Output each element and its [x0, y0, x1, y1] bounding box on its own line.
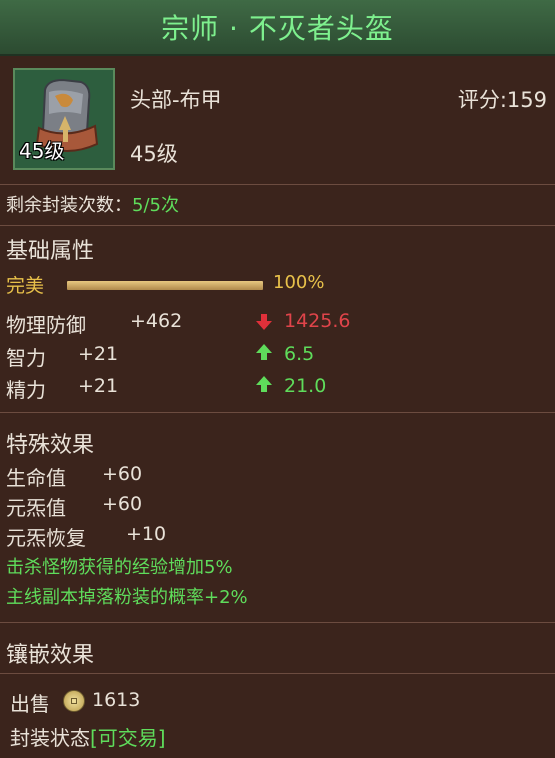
- item-level: 45级: [130, 142, 178, 166]
- item-type: 头部-布甲: [130, 88, 222, 112]
- seal-count: 剩余封装次数：5/5次: [6, 191, 179, 217]
- coin-icon: [63, 690, 85, 712]
- base-attributes-heading: 基础属性: [6, 239, 95, 264]
- stat-name: 智力: [6, 346, 46, 370]
- seal-status-label: 封装状态: [10, 726, 90, 750]
- quality-percent: 100%: [273, 272, 325, 293]
- inlay-effects-heading: 镶嵌效果: [6, 643, 95, 668]
- stat-compare: 6.5: [284, 343, 315, 365]
- seal-status-value: [可交易]: [90, 726, 166, 750]
- stat-compare: 1425.6: [284, 310, 351, 332]
- special-effect-text: 击杀怪物获得的经验增加5%: [6, 557, 233, 578]
- arrow-up-icon: [256, 344, 272, 360]
- stat-compare: 21.0: [284, 375, 327, 397]
- divider: [0, 184, 555, 185]
- stat-value: +462: [130, 310, 183, 332]
- stat-value: +21: [78, 375, 119, 397]
- sell-label: 出售: [10, 692, 50, 716]
- arrow-up-icon: [256, 376, 272, 392]
- stat-value: +21: [78, 343, 119, 365]
- stat-name: 物理防御: [6, 313, 86, 337]
- divider: [0, 412, 555, 413]
- seal-count-value: 5/5次: [132, 195, 179, 216]
- quality-bar: [67, 281, 263, 290]
- seal-count-label: 剩余封装次数：: [6, 195, 132, 216]
- divider: [0, 225, 555, 226]
- divider: [0, 622, 555, 623]
- item-title: 宗师 · 不灭者头盔: [161, 12, 394, 45]
- special-stat-name: 生命值: [6, 466, 66, 490]
- special-stat-name: 元炁值: [6, 496, 66, 520]
- item-score: 评分:159: [457, 88, 547, 112]
- title-bar: 宗师 · 不灭者头盔: [0, 0, 555, 56]
- sell-price: 1613: [92, 689, 141, 711]
- item-level-badge: 45级: [19, 139, 65, 163]
- divider: [0, 673, 555, 674]
- item-icon-slot[interactable]: 45级: [13, 68, 115, 170]
- arrow-down-icon: [256, 314, 272, 330]
- special-stat-value: +10: [126, 523, 167, 545]
- special-stat-value: +60: [102, 493, 143, 515]
- quality-bar-fill: [67, 281, 263, 290]
- special-effect-text: 主线副本掉落粉装的概率+2%: [6, 587, 248, 608]
- stat-name: 精力: [6, 378, 46, 402]
- quality-label: 完美: [6, 275, 45, 297]
- seal-status: 封装状态[可交易]: [10, 722, 166, 751]
- special-effects-heading: 特殊效果: [6, 433, 95, 458]
- special-stat-name: 元炁恢复: [6, 526, 86, 550]
- special-stat-value: +60: [102, 463, 143, 485]
